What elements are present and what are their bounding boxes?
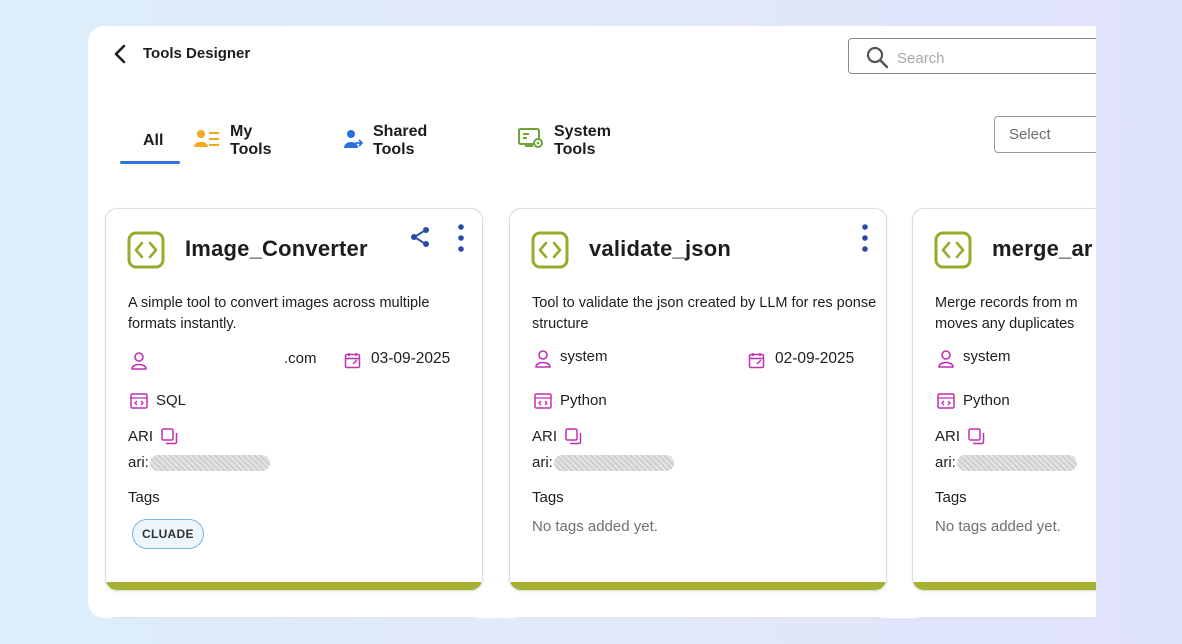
tools-designer-panel: Tools Designer All My Tools [88, 26, 1096, 618]
tool-owner: .com [284, 350, 317, 367]
code-window-icon [937, 392, 955, 410]
copy-icon[interactable] [161, 428, 178, 445]
ari-value: ari: [128, 454, 270, 471]
tool-description: Tool to validate the json created by LLM… [532, 295, 877, 332]
ari-label: ARI [532, 428, 558, 445]
tool-owner: system [963, 348, 1011, 365]
system-gear-icon [518, 127, 544, 155]
ari-prefix: ari: [935, 454, 956, 471]
search-box[interactable] [848, 38, 1096, 74]
tab-shared-tools-label: Shared Tools [373, 123, 428, 158]
tool-language: Python [560, 392, 607, 409]
tool-card[interactable]: validate_json Tool to validate the json … [509, 208, 887, 591]
tag-chip[interactable]: CLUADE [132, 519, 204, 549]
tool-date: 02-09-2025 [775, 350, 855, 367]
tab-my-tools-label: My Tools [230, 123, 272, 158]
more-options-icon[interactable] [857, 223, 873, 253]
ari-redacted [956, 454, 1077, 471]
ari-prefix: ari: [128, 454, 149, 471]
code-icon [531, 231, 569, 269]
tool-language: SQL [156, 392, 187, 409]
no-tags-message: No tags added yet. [935, 518, 1061, 535]
tool-card[interactable]: Image_Converter A simple tool to convert… [105, 208, 483, 591]
user-icon [534, 349, 552, 369]
code-icon [934, 231, 972, 269]
ari-redacted [553, 454, 674, 471]
code-icon [127, 231, 165, 269]
user-icon [937, 349, 955, 369]
no-tags-message: No tags added yet. [532, 518, 658, 535]
ari-label: ARI [935, 428, 961, 445]
copy-icon[interactable] [968, 428, 985, 445]
active-tab-underline [120, 161, 180, 164]
tags-label: Tags [128, 489, 160, 506]
ari-row: ARI [532, 428, 582, 445]
copy-icon[interactable] [565, 428, 582, 445]
tool-description: A simple tool to convert images across m… [128, 295, 430, 332]
tool-title: merge_ar [992, 236, 1093, 261]
more-options-icon[interactable] [453, 223, 469, 253]
code-window-icon [130, 392, 148, 410]
calendar-icon [748, 352, 766, 370]
ari-label: ARI [128, 428, 154, 445]
calendar-icon [344, 352, 362, 370]
tab-system-tools-label: System Tools [554, 123, 611, 158]
tool-card[interactable]: merge_ar Merge records from m moves any … [912, 208, 1096, 591]
tool-date: 03-09-2025 [371, 350, 451, 367]
card-accent-bar [510, 582, 886, 590]
ari-row: ARI [128, 428, 178, 445]
tab-all[interactable]: All [120, 121, 180, 164]
tool-meta-row: .com 03-09-2025 [128, 349, 468, 373]
code-window-icon [534, 392, 552, 410]
tool-owner: system [560, 348, 608, 365]
tags-label: Tags [935, 489, 967, 506]
page-header: Tools Designer [88, 26, 1096, 96]
tags-label: Tags [532, 489, 564, 506]
user-icon [130, 351, 148, 371]
tab-all-label: All [143, 132, 164, 149]
share-icon[interactable] [408, 225, 432, 249]
next-row-card [912, 617, 1096, 618]
next-row-card [105, 617, 483, 618]
ari-value: ari: [935, 454, 1077, 471]
ari-row: ARI [935, 428, 985, 445]
tool-language: Python [963, 392, 1010, 409]
page-title: Tools Designer [143, 45, 251, 62]
tab-system-tools[interactable]: System Tools [518, 121, 611, 161]
back-arrow-icon[interactable] [110, 42, 132, 66]
tool-meta-row: system [935, 347, 1096, 371]
tool-description: Merge records from m moves any duplicate… [935, 295, 1078, 332]
tool-title: Image_Converter [185, 236, 368, 261]
tab-my-tools[interactable]: My Tools [194, 121, 271, 161]
card-accent-bar [106, 582, 482, 590]
tool-meta-row: system 02-09-2025 [532, 347, 872, 371]
tab-shared-tools[interactable]: Shared Tools [343, 121, 427, 161]
search-input[interactable] [895, 47, 1089, 69]
next-row-card [509, 617, 887, 618]
search-icon [865, 45, 889, 69]
ari-value: ari: [532, 454, 674, 471]
card-accent-bar [913, 582, 1096, 590]
user-list-icon [194, 129, 220, 154]
tool-title: validate_json [589, 236, 731, 261]
shared-user-icon [343, 129, 364, 154]
ari-redacted [149, 454, 270, 471]
ari-prefix: ari: [532, 454, 553, 471]
filter-select[interactable]: Select [994, 116, 1096, 153]
